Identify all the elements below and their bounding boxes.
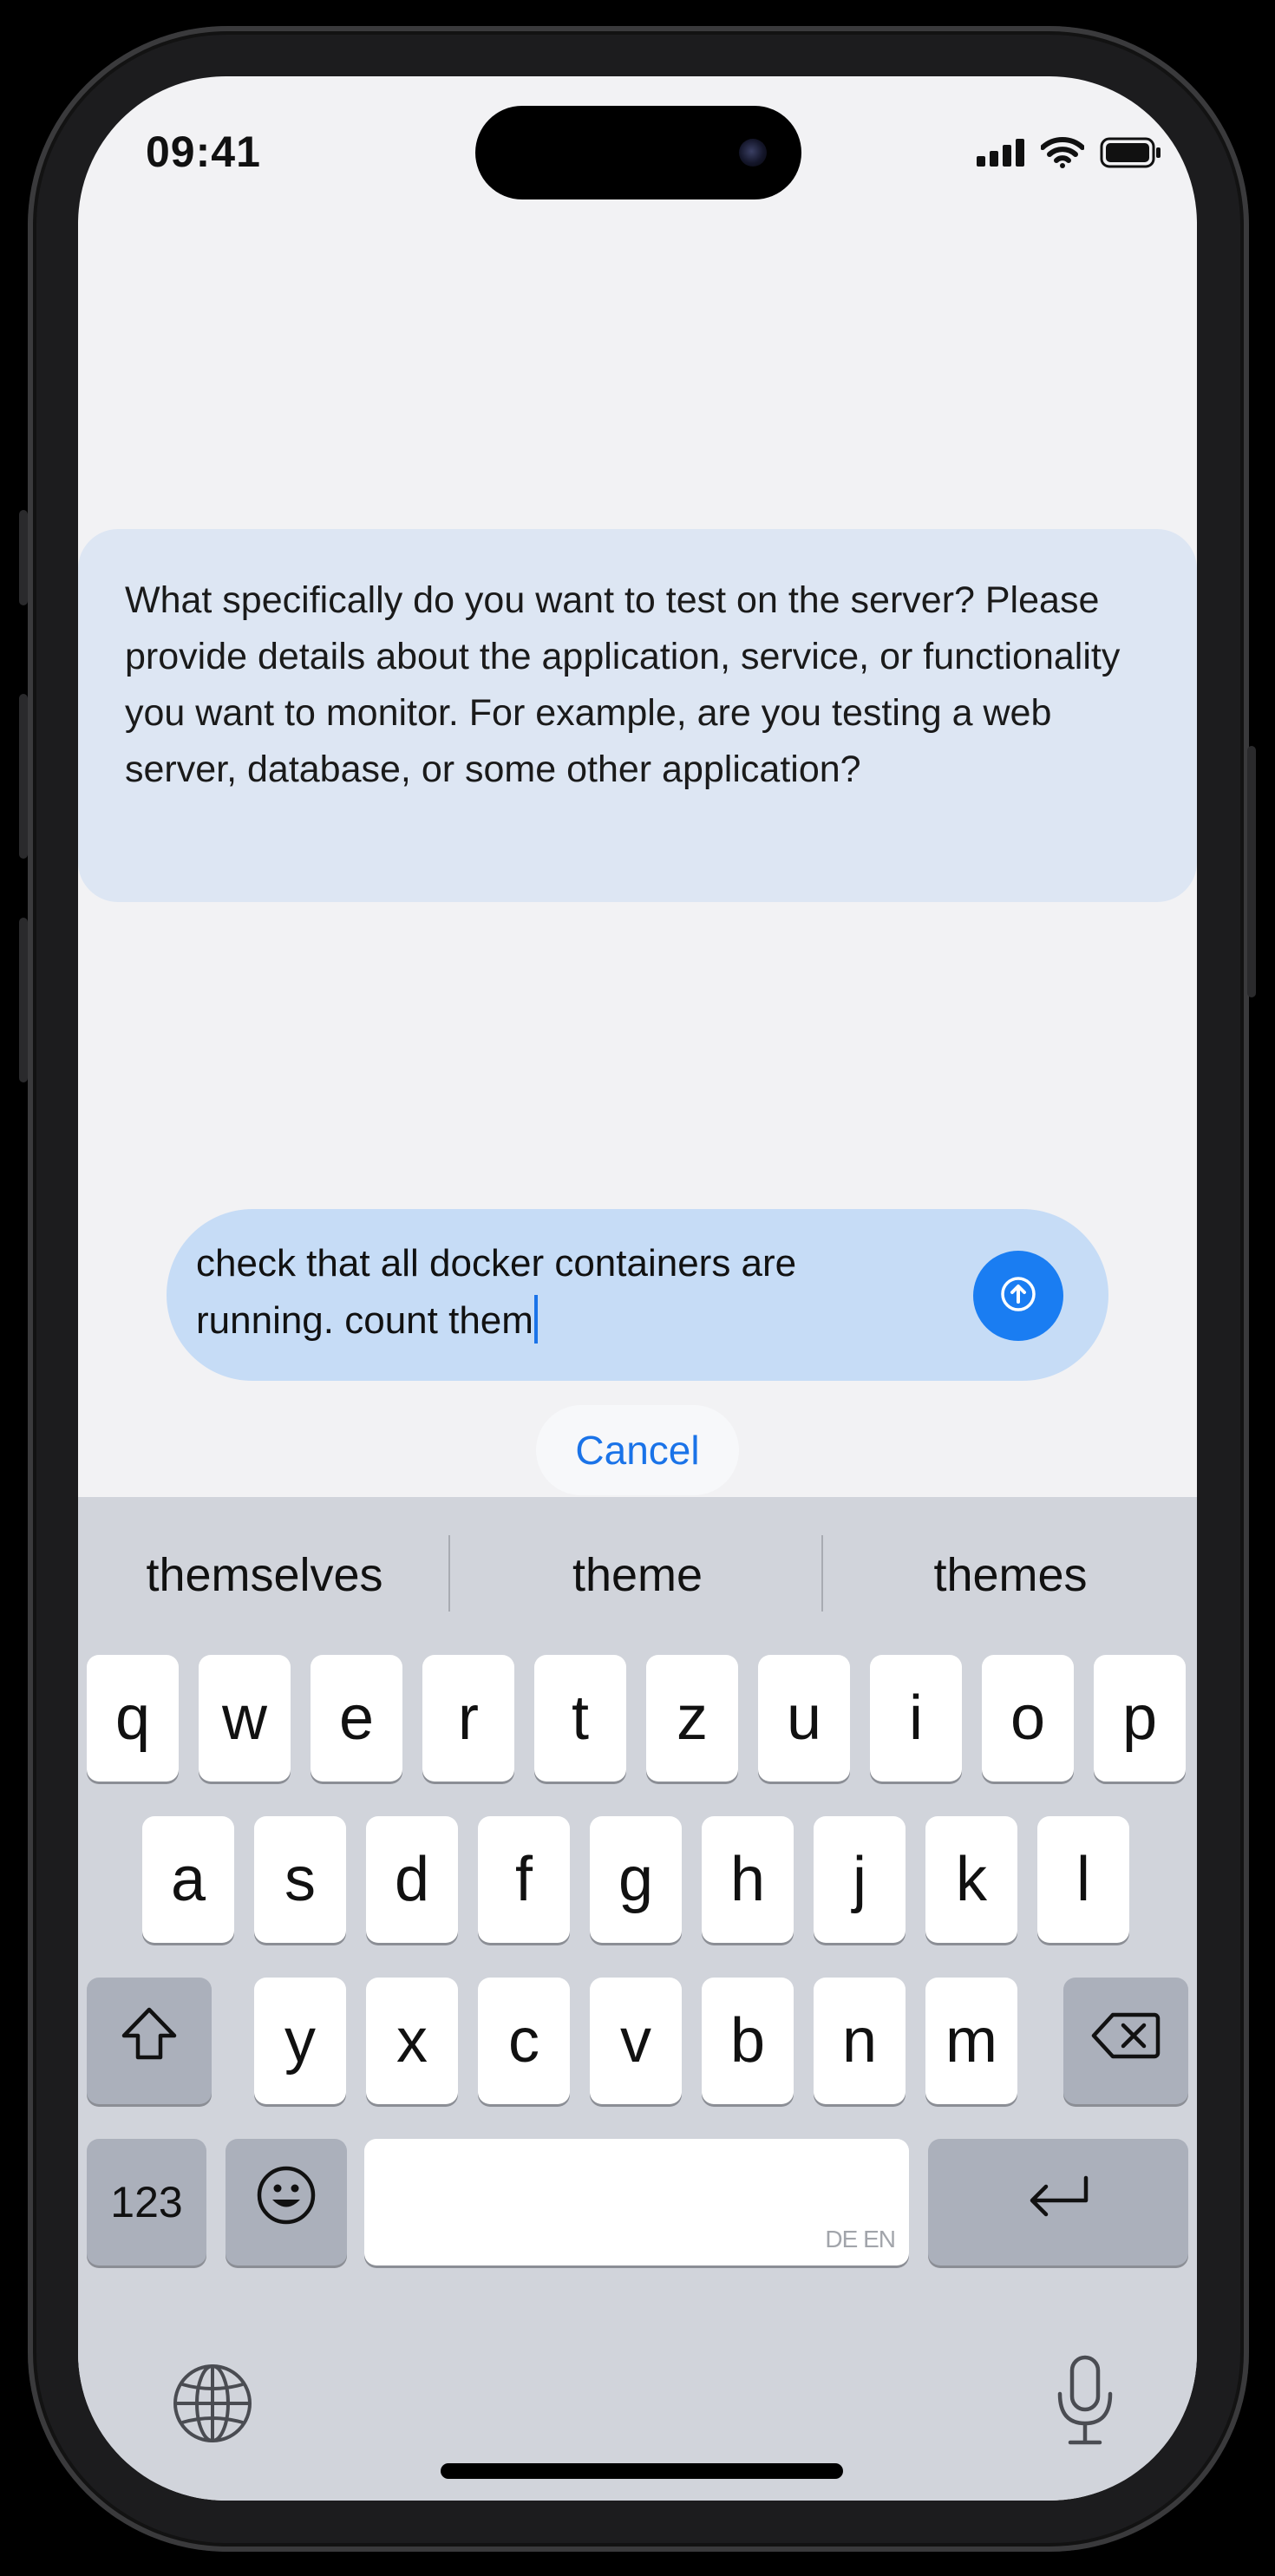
key-e[interactable]: e — [311, 1655, 402, 1782]
key-a[interactable]: a — [142, 1816, 234, 1943]
key-v[interactable]: v — [590, 1978, 682, 2104]
keyboard: themselves theme themes q w e r t z u i … — [78, 1497, 1197, 2501]
wifi-icon — [1040, 137, 1085, 173]
key-t[interactable]: t — [534, 1655, 626, 1782]
input-value: check that all docker containers are run… — [196, 1242, 797, 1342]
status-time: 09:41 — [146, 127, 261, 176]
suggestion-item[interactable]: theme — [451, 1497, 824, 1653]
cellular-icon — [977, 139, 1025, 171]
phone-screen: 09:41 What specifically do you want to t… — [78, 76, 1197, 2501]
microphone-icon[interactable] — [1055, 2354, 1115, 2452]
send-button[interactable] — [973, 1251, 1063, 1341]
key-k[interactable]: k — [925, 1816, 1017, 1943]
key-s[interactable]: s — [254, 1816, 346, 1943]
return-icon — [1023, 2167, 1093, 2238]
send-arrow-icon — [999, 1275, 1037, 1317]
key-b[interactable]: b — [702, 1978, 794, 2104]
key-c[interactable]: c — [478, 1978, 570, 2104]
key-q[interactable]: q — [87, 1655, 179, 1782]
globe-icon[interactable] — [172, 2363, 253, 2449]
key-g[interactable]: g — [590, 1816, 682, 1943]
suggestion-divider — [821, 1535, 823, 1612]
key-n[interactable]: n — [814, 1978, 906, 2104]
home-indicator[interactable] — [441, 2463, 843, 2479]
message-input-field[interactable]: check that all docker containers are run… — [167, 1209, 1108, 1381]
key-z[interactable]: z — [646, 1655, 738, 1782]
key-d[interactable]: d — [366, 1816, 458, 1943]
key-r[interactable]: r — [422, 1655, 514, 1782]
text-caret — [533, 1295, 538, 1344]
shift-key[interactable] — [87, 1978, 212, 2104]
key-i[interactable]: i — [870, 1655, 962, 1782]
key-h[interactable]: h — [702, 1816, 794, 1943]
volume-down-button — [19, 918, 28, 1082]
battery-icon — [1100, 137, 1162, 173]
space-language-label: DE EN — [825, 2226, 896, 2252]
suggestion-item[interactable]: themselves — [78, 1497, 451, 1653]
suggestion-bar: themselves theme themes — [78, 1497, 1197, 1653]
key-p[interactable]: p — [1094, 1655, 1186, 1782]
key-l[interactable]: l — [1037, 1816, 1129, 1943]
assistant-message-text: What specifically do you want to test on… — [125, 579, 1121, 790]
dynamic-island — [475, 106, 801, 199]
space-key[interactable]: DE EN — [364, 2139, 909, 2265]
cancel-button[interactable]: Cancel — [536, 1405, 739, 1495]
volume-up-button — [19, 694, 28, 859]
emoji-key[interactable] — [226, 2139, 347, 2265]
key-w[interactable]: w — [199, 1655, 291, 1782]
key-o[interactable]: o — [982, 1655, 1074, 1782]
backspace-key[interactable] — [1063, 1978, 1188, 2104]
suggestion-divider — [448, 1535, 450, 1612]
power-button — [1247, 746, 1256, 997]
assistant-message-bubble: What specifically do you want to test on… — [78, 529, 1197, 902]
key-y[interactable]: y — [254, 1978, 346, 2104]
key-j[interactable]: j — [814, 1816, 906, 1943]
suggestion-item[interactable]: themes — [824, 1497, 1197, 1653]
key-f[interactable]: f — [478, 1816, 570, 1943]
front-camera — [739, 139, 767, 167]
numbers-key[interactable]: 123 — [87, 2139, 206, 2265]
status-icons — [977, 137, 1162, 173]
action-button — [19, 510, 28, 605]
backspace-icon — [1090, 2005, 1161, 2076]
key-u[interactable]: u — [758, 1655, 850, 1782]
emoji-icon — [255, 2164, 317, 2241]
shift-icon — [119, 2005, 180, 2077]
key-m[interactable]: m — [925, 1978, 1017, 2104]
return-key[interactable] — [928, 2139, 1188, 2265]
message-input-text[interactable]: check that all docker containers are run… — [196, 1235, 890, 1350]
key-x[interactable]: x — [366, 1978, 458, 2104]
